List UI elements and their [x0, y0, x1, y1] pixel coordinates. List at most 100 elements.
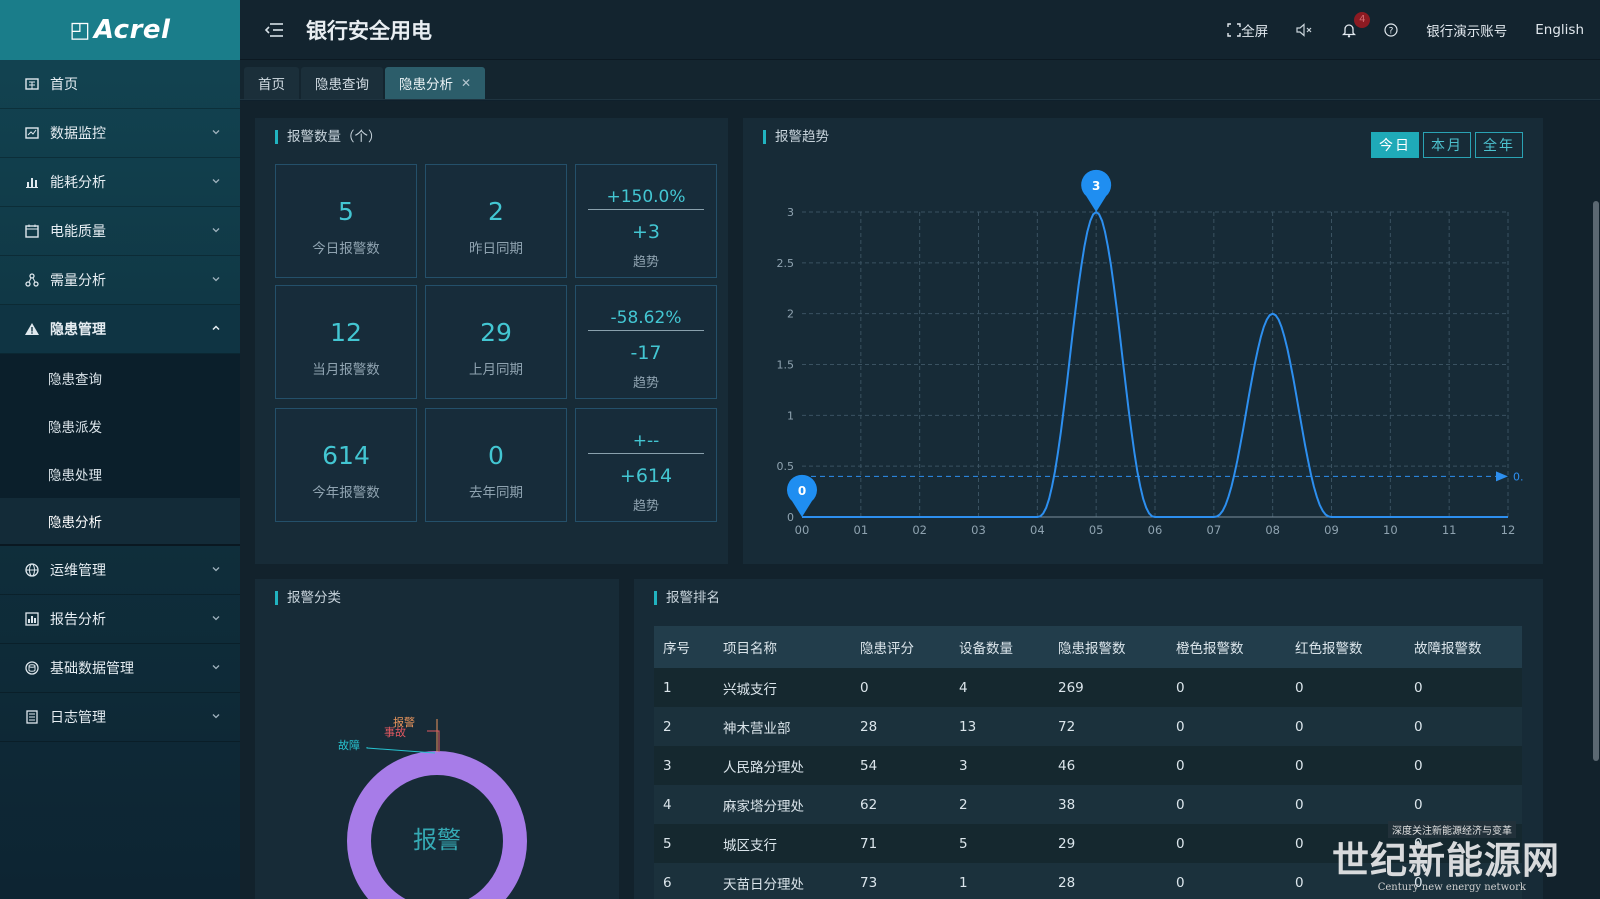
stat-yesterday: 2 昨日同期	[425, 164, 567, 278]
marker-label: 0	[798, 484, 806, 498]
monitor-icon	[25, 127, 39, 139]
x-tick-label: 10	[1383, 523, 1398, 537]
sidebar-item-report[interactable]: 报告分析	[0, 595, 240, 644]
stat-last-month: 29 上月同期	[425, 285, 567, 399]
chevron-down-icon	[212, 567, 220, 572]
column-header: 红色报警数	[1286, 626, 1405, 668]
table-cell: 71	[851, 824, 950, 863]
table-row[interactable]: 3 人民路分理处 54 3 46 0 0 0	[654, 746, 1522, 785]
table-cell: 0	[1405, 746, 1522, 785]
watermark-main: 世纪新能源网	[1332, 838, 1560, 882]
sidebar: ◰ Acrel 首页 数据监控 能耗分析 电能质量 需量分析 隐患管理 隐患查询…	[0, 0, 240, 899]
sidebar-subitem-hazard-dispatch[interactable]: 隐患派发	[0, 402, 240, 450]
stat-year: 614 今年报警数	[275, 408, 417, 522]
table-cell: 62	[851, 785, 950, 824]
sidebar-item-logs[interactable]: 日志管理	[0, 693, 240, 742]
scrollbar-track[interactable]	[1592, 101, 1600, 899]
y-tick-label: 2.5	[777, 257, 795, 270]
sidebar-item-label: 首页	[50, 77, 78, 93]
table-cell: 神木营业部	[714, 707, 851, 746]
table-cell: 5	[950, 824, 1049, 863]
fault-slice-label: 故障	[338, 738, 360, 752]
table-cell: 0	[1167, 668, 1286, 707]
database-icon	[25, 661, 39, 675]
close-icon[interactable]: ✕	[461, 76, 471, 90]
sidebar-item-label: 日志管理	[50, 710, 106, 726]
sidebar-item-operations[interactable]: 运维管理	[0, 546, 240, 595]
table-cell: 54	[851, 746, 950, 785]
table-cell: 0	[1405, 785, 1522, 824]
sidebar-item-demand[interactable]: 需量分析	[0, 256, 240, 305]
logo[interactable]: ◰ Acrel	[0, 0, 240, 60]
x-tick-label: 12	[1501, 523, 1516, 537]
trend-percent: +150.0%	[588, 187, 704, 210]
network-icon	[25, 273, 39, 287]
sidebar-item-home[interactable]: 首页	[0, 60, 240, 109]
y-tick-label: 0.5	[777, 460, 795, 473]
chevron-down-icon	[212, 665, 220, 670]
accident-slice-label: 事故	[384, 725, 406, 739]
menu-collapse-icon[interactable]	[264, 21, 284, 39]
sidebar-subitem-hazard-handle[interactable]: 隐患处理	[0, 450, 240, 498]
help-button[interactable]: ?	[1384, 23, 1398, 37]
log-icon	[26, 710, 38, 724]
x-tick-label: 07	[1207, 523, 1222, 537]
alarm-trend-panel: 报警趋势 今日 本月 全年 0 0.5 1 1.5 2 2.5 3 00 01 02 03 04 05 0…	[743, 118, 1543, 564]
watermark-tag: 深度关注新能源经济与变革	[1388, 821, 1516, 838]
sidebar-item-base-data[interactable]: 基础数据管理	[0, 644, 240, 693]
stat-label: 当月报警数	[312, 362, 380, 378]
sidebar-item-data-monitor[interactable]: 数据监控	[0, 109, 240, 158]
calendar-icon	[25, 224, 39, 238]
sidebar-item-energy[interactable]: 能耗分析	[0, 158, 240, 207]
stat-value: 5	[338, 197, 354, 226]
table-cell: 天苗日分理处	[714, 863, 851, 899]
notification-badge: 4	[1354, 12, 1371, 28]
table-cell: 0	[1286, 746, 1405, 785]
stat-today: 5 今日报警数	[275, 164, 417, 278]
sidebar-item-label: 需量分析	[50, 273, 106, 289]
table-row[interactable]: 2 神木营业部 28 13 72 0 0 0	[654, 707, 1522, 746]
tab-home[interactable]: 首页	[244, 67, 299, 99]
x-tick-label: 06	[1148, 523, 1163, 537]
category-donut-chart: 报警 事故 故障 报警	[338, 715, 527, 899]
notification-button[interactable]: 4	[1342, 12, 1371, 38]
panel-title: 报警数量（个）	[275, 130, 382, 144]
x-tick-label: 05	[1089, 523, 1104, 537]
column-header: 项目名称	[714, 626, 851, 668]
account-menu[interactable]: 银行演示账号	[1426, 20, 1507, 40]
average-label: 0.	[1513, 470, 1524, 483]
scrollbar-thumb[interactable]	[1593, 201, 1599, 761]
svg-text:?: ?	[1389, 27, 1394, 37]
sidebar-item-hazard[interactable]: 隐患管理	[0, 305, 240, 354]
watermark-sub: Century new energy network	[1377, 882, 1526, 893]
header-actions: 全屏 4 ? 银行演示账号 English	[1199, 0, 1584, 60]
column-header: 橙色报警数	[1167, 626, 1286, 668]
trend-label: 趋势	[632, 499, 659, 514]
column-header: 序号	[654, 626, 714, 668]
sidebar-item-label: 能耗分析	[50, 175, 106, 191]
tab-hazard-analysis[interactable]: 隐患分析 ✕	[385, 67, 486, 99]
table-cell: 6	[654, 863, 714, 899]
fullscreen-button[interactable]: 全屏	[1227, 20, 1268, 40]
table-row[interactable]: 4 麻家塔分理处 62 2 38 0 0 0	[654, 785, 1522, 824]
table-cell: 0	[1286, 785, 1405, 824]
sidebar-subitem-hazard-analysis[interactable]: 隐患分析	[0, 498, 240, 546]
table-cell: 4	[950, 668, 1049, 707]
table-cell: 28	[851, 707, 950, 746]
table-cell: 0	[1167, 863, 1286, 899]
table-cell: 人民路分理处	[714, 746, 851, 785]
stat-trend-day: +150.0% +3 趋势	[575, 164, 717, 278]
x-tick-label: 02	[912, 523, 927, 537]
stat-month: 12 当月报警数	[275, 285, 417, 399]
table-row[interactable]: 1 兴城支行 0 4 269 0 0 0	[654, 668, 1522, 707]
sidebar-item-label: 隐患管理	[50, 322, 106, 338]
sidebar-subitem-hazard-query[interactable]: 隐患查询	[0, 354, 240, 402]
tab-hazard-query[interactable]: 隐患查询	[301, 67, 383, 99]
chevron-down-icon	[212, 179, 220, 184]
language-switch[interactable]: English	[1535, 22, 1584, 38]
sidebar-item-power-quality[interactable]: 电能质量	[0, 207, 240, 256]
sidebar-item-label: 电能质量	[50, 224, 106, 240]
table-cell: 46	[1049, 746, 1167, 785]
mute-button[interactable]	[1296, 23, 1314, 37]
table-cell: 3	[654, 746, 714, 785]
